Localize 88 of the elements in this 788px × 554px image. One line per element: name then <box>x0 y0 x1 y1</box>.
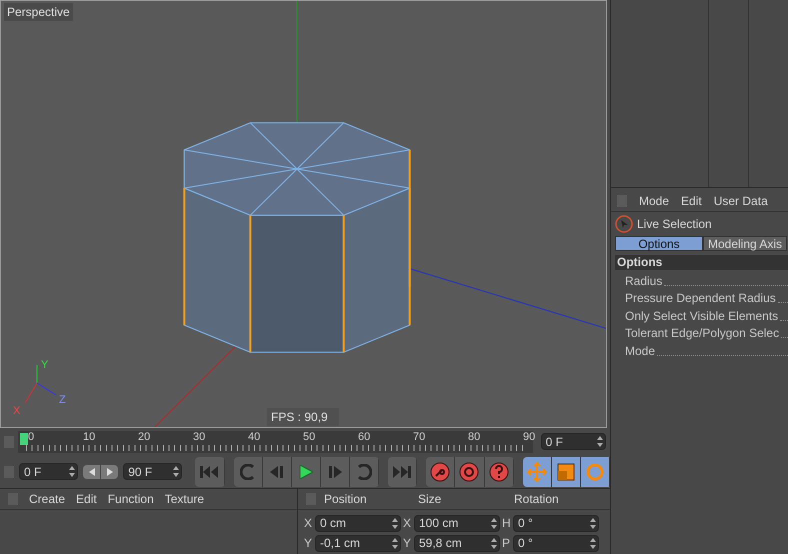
axis-label: X <box>13 405 20 417</box>
grip-icon <box>4 436 14 448</box>
axis-label: H <box>502 515 511 532</box>
column-header: Position <box>324 491 368 508</box>
axis-label: Y <box>41 359 48 371</box>
value-field[interactable]: -0,1 cm <box>315 534 401 552</box>
grip-icon <box>306 493 316 505</box>
spinner-arrows-icon <box>590 518 596 528</box>
tab[interactable]: Options <box>615 236 703 251</box>
column-header: Rotation <box>514 491 560 508</box>
tick-label: 90 <box>523 430 536 442</box>
go-to-end-button[interactable] <box>388 456 418 486</box>
section-header: Options <box>615 255 788 270</box>
menu-item[interactable]: Texture <box>164 490 204 508</box>
previous-key-button[interactable] <box>234 456 263 486</box>
parameter-label: Tolerant Edge/Polygon Selec <box>625 325 780 342</box>
tick-label: 60 <box>358 430 370 442</box>
step-right-button[interactable] <box>101 464 118 478</box>
tool-name: Live Selection <box>637 216 712 233</box>
spinner-arrows-icon <box>491 538 497 548</box>
spinner-arrows-icon <box>392 518 398 528</box>
viewport[interactable]: Perspective Y Z X FPS : 90,9 <box>0 0 607 428</box>
spinner-arrows-icon <box>597 436 603 447</box>
left-arrow-icon <box>88 468 95 476</box>
tick-label: 0 <box>28 430 34 442</box>
grip-icon <box>617 194 627 206</box>
axis-label: Z <box>59 394 66 406</box>
tick-label: 30 <box>193 430 206 442</box>
menu-item[interactable]: User Data <box>714 192 768 210</box>
step-forward-icon <box>328 466 342 478</box>
playhead[interactable] <box>20 432 28 444</box>
value-field[interactable]: 0 cm <box>315 514 401 532</box>
scale-square-icon <box>556 462 575 480</box>
tick-label: 70 <box>413 430 426 442</box>
menu-item[interactable]: Mode <box>639 192 670 210</box>
skip-back-icon <box>200 466 218 478</box>
parameter-label: Mode <box>625 342 656 360</box>
value-field[interactable]: 100 cm <box>414 514 500 532</box>
spinner-arrows-icon <box>590 538 596 548</box>
skip-forward-icon <box>393 466 412 478</box>
menu-item[interactable]: Function <box>108 490 154 508</box>
right-arrow-icon <box>106 468 113 476</box>
fps-readout: FPS : 90,9 <box>267 408 339 426</box>
axis-label: Y <box>403 535 412 552</box>
menu-item[interactable]: Create <box>29 490 66 508</box>
menu-item[interactable]: Edit <box>76 490 97 508</box>
spinner-arrows-icon <box>69 466 76 477</box>
tick-label: 10 <box>83 430 96 442</box>
value-field[interactable]: 0 ° <box>513 534 599 552</box>
tick-label: 20 <box>138 430 150 442</box>
scale-tool-button[interactable] <box>552 456 581 486</box>
spinner-arrows-icon <box>173 466 180 477</box>
next-key-button[interactable] <box>350 456 380 486</box>
axis-label: P <box>502 535 511 552</box>
end-frame-field[interactable]: 90 F <box>123 463 182 480</box>
move-arrows-icon <box>526 462 547 482</box>
viewport-title: Perspective <box>4 3 73 21</box>
record-icon <box>459 462 480 482</box>
play-icon <box>298 464 313 478</box>
grip-icon <box>8 493 18 505</box>
timeline-ruler[interactable]: 0 10 20 30 40 50 60 70 80 90 <box>18 430 533 452</box>
parameter-label: Radius <box>625 272 662 290</box>
rotate-tool-button[interactable] <box>580 456 610 486</box>
spinner-arrows-icon <box>392 538 398 548</box>
tab[interactable]: Modeling Axis <box>703 236 788 251</box>
parameter-label: Pressure Dependent Radius <box>625 290 776 307</box>
tick-label: 40 <box>248 430 260 442</box>
value-field[interactable]: 0 ° <box>513 514 599 532</box>
grip-icon <box>4 466 14 478</box>
go-to-start-button[interactable] <box>195 456 224 486</box>
help-icon <box>488 462 509 482</box>
tick-label: 50 <box>303 430 316 442</box>
parameter-label: Only Select Visible Elements <box>625 308 778 324</box>
tick-label: 80 <box>468 430 480 442</box>
play-button[interactable] <box>292 456 321 486</box>
start-frame-field[interactable]: 0 F <box>19 463 78 480</box>
menu-item[interactable]: Edit <box>681 192 702 210</box>
step-left-button[interactable] <box>83 464 100 478</box>
step-back-icon <box>270 466 284 478</box>
axis-label: X <box>304 515 313 532</box>
spinner-arrows-icon <box>491 518 497 528</box>
column-header: Size <box>418 491 442 508</box>
cursor-circle-icon <box>615 215 633 233</box>
axis-label: X <box>403 515 412 532</box>
value-field[interactable]: 59,8 cm <box>414 534 500 552</box>
move-tool-button[interactable] <box>522 456 552 486</box>
axis-label: Y <box>304 535 313 552</box>
frame-field[interactable]: 0 F <box>540 433 606 450</box>
